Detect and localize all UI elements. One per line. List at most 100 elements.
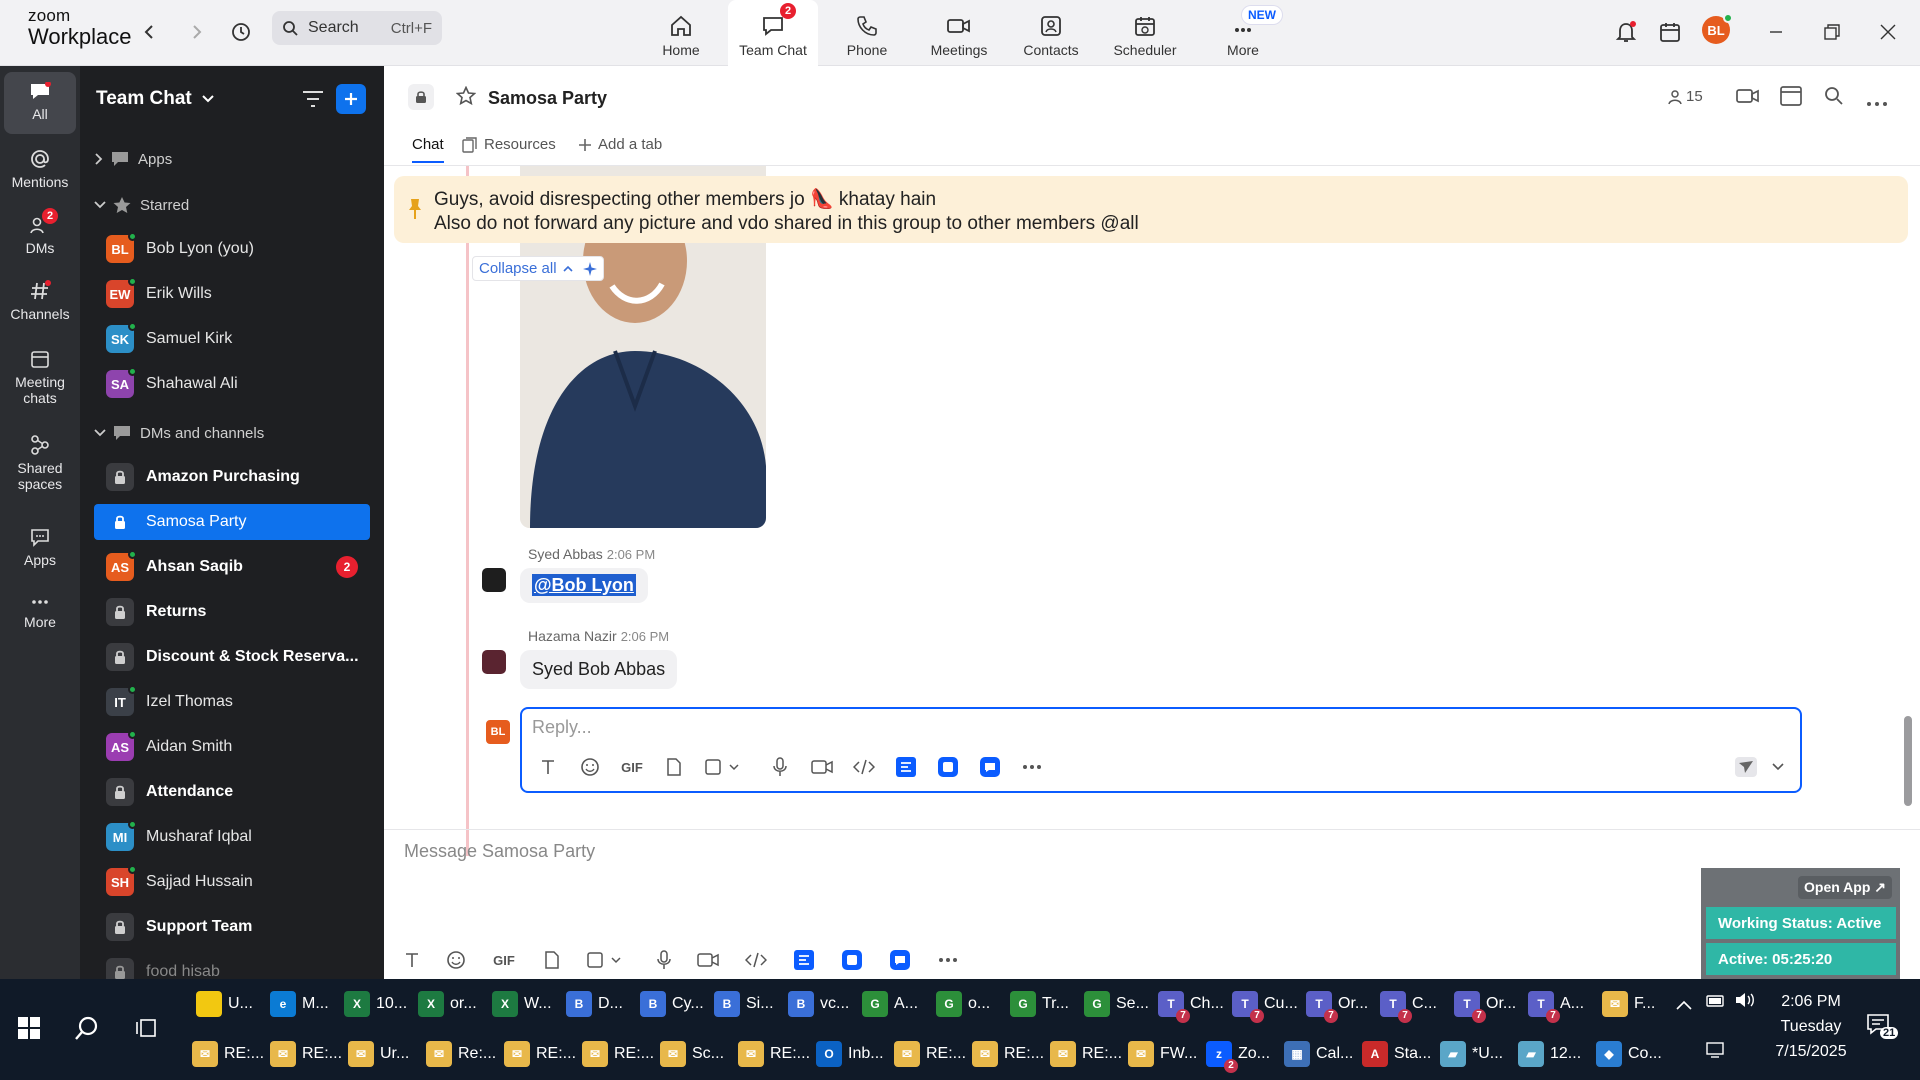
taskbar-app[interactable]: ✉ RE:... bbox=[894, 1034, 966, 1074]
taskbar-clock[interactable]: 2:06 PM Tuesday 7/15/2025 bbox=[1756, 989, 1866, 1064]
code-icon[interactable] bbox=[850, 753, 878, 781]
calendar-icon[interactable] bbox=[1780, 84, 1802, 111]
notification-center-icon[interactable]: 21 bbox=[1866, 1013, 1899, 1042]
taskbar-app[interactable]: B D... bbox=[566, 984, 623, 1024]
taskbar-app[interactable]: T 7 Or... bbox=[1306, 984, 1368, 1024]
microphone-icon[interactable] bbox=[766, 753, 794, 781]
taskbar-app[interactable]: ✉ RE:... bbox=[270, 1034, 342, 1074]
sidebar-item-aidan-smith[interactable]: AS Aidan Smith bbox=[94, 729, 370, 765]
rail-shared-spaces[interactable]: Shared spaces bbox=[4, 434, 76, 492]
file-icon[interactable] bbox=[538, 946, 566, 974]
tab-resources[interactable]: Resources bbox=[462, 136, 556, 153]
avatar[interactable] bbox=[482, 568, 506, 592]
taskbar-app[interactable]: T 7 Ch... bbox=[1158, 984, 1224, 1024]
rail-all[interactable]: All bbox=[4, 72, 76, 134]
format-text-icon[interactable] bbox=[398, 946, 426, 974]
taskbar-app[interactable]: ✉ Ur... bbox=[348, 1034, 409, 1074]
sidebar-item-izel-thomas[interactable]: IT Izel Thomas bbox=[94, 684, 370, 720]
nav-contacts[interactable]: Contacts bbox=[1006, 0, 1096, 66]
file-icon[interactable] bbox=[660, 753, 688, 781]
taskbar-app[interactable]: T 7 C... bbox=[1380, 984, 1437, 1024]
sidebar-item-shahawal-ali[interactable]: SA Shahawal Ali bbox=[94, 366, 370, 402]
message-bubble[interactable]: Syed Bob Abbas bbox=[520, 650, 678, 689]
tab-chat[interactable]: Chat bbox=[412, 136, 444, 163]
forward-arrow-icon[interactable] bbox=[182, 18, 210, 46]
rail-mentions[interactable]: Mentions bbox=[4, 148, 76, 190]
taskbar-app[interactable]: T 7 Or... bbox=[1454, 984, 1516, 1024]
taskbar-app[interactable]: T 7 A... bbox=[1528, 984, 1584, 1024]
sidebar-item-musharaf-iqbal[interactable]: MI Musharaf Iqbal bbox=[94, 819, 370, 855]
sidebar-item-samuel-kirk[interactable]: SK Samuel Kirk bbox=[94, 321, 370, 357]
taskbar-app[interactable]: Bvc... bbox=[788, 984, 849, 1024]
microphone-icon[interactable] bbox=[650, 946, 678, 974]
taskbar-app[interactable]: ✉ F... bbox=[1602, 984, 1655, 1024]
app-notes-icon[interactable] bbox=[934, 753, 962, 781]
tab-add[interactable]: Add a tab bbox=[578, 136, 662, 153]
taskbar-app[interactable]: ✉ RE:... bbox=[972, 1034, 1044, 1074]
message-input[interactable]: Message Samosa Party bbox=[404, 841, 595, 862]
taskbar-app[interactable]: O Inb... bbox=[816, 1034, 884, 1074]
avatar[interactable] bbox=[482, 650, 506, 674]
taskbar-app[interactable]: T 7 Cu... bbox=[1232, 984, 1298, 1024]
search-icon[interactable] bbox=[1824, 86, 1844, 111]
pinned-message-banner[interactable]: Guys, avoid disrespecting other members … bbox=[394, 176, 1908, 243]
taskbar-app[interactable]: ▦ Cal... bbox=[1284, 1034, 1353, 1074]
reply-input[interactable] bbox=[532, 717, 1132, 738]
taskbar-app[interactable]: Xor... bbox=[418, 984, 477, 1024]
taskbar-search-icon[interactable] bbox=[74, 1015, 100, 1046]
search-box[interactable]: Search Ctrl+F bbox=[272, 11, 442, 45]
screenshot-icon[interactable] bbox=[702, 753, 746, 781]
emoji-icon[interactable] bbox=[442, 946, 470, 974]
more-tools-icon[interactable] bbox=[1018, 753, 1046, 781]
rail-meeting-chats[interactable]: Meeting chats bbox=[4, 348, 76, 406]
show-hidden-icons-chevron[interactable] bbox=[1676, 997, 1692, 1015]
screenshot-icon[interactable] bbox=[584, 946, 628, 974]
calendar-widget-icon[interactable] bbox=[1656, 18, 1684, 46]
taskbar-app[interactable]: ✉ RE:... bbox=[738, 1034, 810, 1074]
gif-icon[interactable]: GIF bbox=[490, 946, 518, 974]
taskbar-app[interactable]: ✉ Re:... bbox=[426, 1034, 496, 1074]
nav-team-chat[interactable]: 2 Team Chat bbox=[728, 0, 818, 66]
volume-icon[interactable] bbox=[1734, 991, 1756, 1014]
taskbar-app[interactable]: e M... bbox=[270, 984, 329, 1024]
taskbar-app[interactable]: ✉ RE:... bbox=[582, 1034, 654, 1074]
task-view-icon[interactable] bbox=[136, 1017, 158, 1044]
nav-home[interactable]: Home bbox=[636, 0, 726, 66]
members-button[interactable]: 15 bbox=[1668, 88, 1703, 105]
apps-section[interactable]: Apps bbox=[94, 150, 172, 168]
sidebar-title[interactable]: Team Chat bbox=[96, 88, 214, 110]
send-options-chevron-icon[interactable] bbox=[1764, 753, 1792, 781]
scrollbar-thumb[interactable] bbox=[1904, 716, 1912, 806]
taskbar-app[interactable]: X 10... bbox=[344, 984, 407, 1024]
format-text-icon[interactable] bbox=[534, 753, 562, 781]
rail-dms[interactable]: 2 DMs bbox=[4, 208, 76, 256]
code-icon[interactable] bbox=[742, 946, 770, 974]
sidebar-item-samosa-party[interactable]: Samosa Party bbox=[94, 504, 370, 540]
sidebar-item-support-team[interactable]: Support Team bbox=[94, 909, 370, 945]
battery-icon[interactable] bbox=[1706, 993, 1726, 1014]
gif-icon[interactable]: GIF bbox=[618, 753, 646, 781]
back-arrow-icon[interactable] bbox=[136, 18, 164, 46]
taskbar-app[interactable]: Go... bbox=[936, 984, 990, 1024]
app-clips-icon[interactable] bbox=[886, 946, 914, 974]
sidebar-item-erik-wills[interactable]: EW Erik Wills bbox=[94, 276, 370, 312]
taskbar-app[interactable]: U... bbox=[196, 984, 253, 1024]
restore-window-icon[interactable] bbox=[1818, 18, 1846, 46]
nav-phone[interactable]: Phone bbox=[822, 0, 912, 66]
app-notes-icon[interactable] bbox=[838, 946, 866, 974]
rail-apps[interactable]: Apps bbox=[4, 526, 76, 568]
taskbar-app[interactable]: ✉ FW... bbox=[1128, 1034, 1197, 1074]
taskbar-app[interactable]: X W... bbox=[492, 984, 552, 1024]
taskbar-app[interactable]: ✉ RE:... bbox=[1050, 1034, 1122, 1074]
notification-bell-icon[interactable] bbox=[1612, 18, 1640, 46]
history-icon[interactable] bbox=[227, 18, 255, 46]
taskbar-app[interactable]: ✉ Sc... bbox=[660, 1034, 724, 1074]
video-clip-icon[interactable] bbox=[694, 946, 722, 974]
app-clips-icon[interactable] bbox=[976, 753, 1004, 781]
taskbar-app[interactable]: z 2 Zo... bbox=[1206, 1034, 1270, 1074]
sidebar-item-amazon-purchasing[interactable]: Amazon Purchasing bbox=[94, 459, 370, 495]
sidebar-item-returns[interactable]: Returns bbox=[94, 594, 370, 630]
new-chat-button[interactable] bbox=[336, 84, 366, 114]
nav-meetings[interactable]: Meetings bbox=[914, 0, 1004, 66]
filter-icon[interactable] bbox=[302, 90, 324, 113]
